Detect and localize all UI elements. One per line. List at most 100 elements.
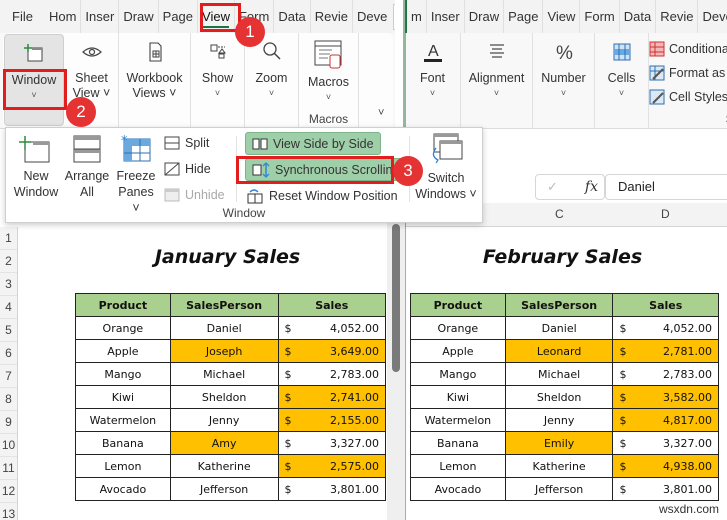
salesperson-cell[interactable]: Emily xyxy=(504,431,614,455)
sales-cell[interactable]: $4,817.00 xyxy=(612,408,719,432)
sales-cell[interactable]: $2,783.00 xyxy=(277,362,386,386)
view-side-by-side-toggle[interactable]: View Side by Side xyxy=(245,132,381,155)
salesperson-cell[interactable]: Sheldon xyxy=(504,385,614,409)
row-number[interactable]: 4 xyxy=(0,296,17,319)
new-window-button[interactable]: New Window xyxy=(12,134,60,200)
tab-insert[interactable]: Inser xyxy=(81,0,120,33)
tab-review[interactable]: Revie xyxy=(656,0,699,33)
sales-cell[interactable]: $3,327.00 xyxy=(612,431,719,455)
tab-page-layout[interactable]: Page xyxy=(159,0,199,33)
show-button[interactable]: Show ˅ xyxy=(191,33,245,129)
product-cell[interactable]: Orange xyxy=(75,316,171,340)
workbook-views-button[interactable]: Workbook Views ˅ xyxy=(119,33,191,129)
product-cell[interactable]: Apple xyxy=(75,339,171,363)
sales-cell[interactable]: $3,801.00 xyxy=(277,477,386,501)
row-number[interactable]: 11 xyxy=(0,457,17,480)
salesperson-cell[interactable]: Jefferson xyxy=(504,477,614,501)
salesperson-cell[interactable]: Katherine xyxy=(169,454,279,478)
tab-scroll-right-icon[interactable]: › xyxy=(393,3,395,30)
product-cell[interactable]: Banana xyxy=(410,431,506,455)
salesperson-cell[interactable]: Jefferson xyxy=(169,477,279,501)
row-number[interactable]: 9 xyxy=(0,411,17,434)
synchronous-scrolling-toggle[interactable]: Synchronous Scrolling xyxy=(245,158,407,181)
row-number[interactable]: 6 xyxy=(0,342,17,365)
hide-button[interactable]: Hide xyxy=(164,158,211,180)
tab-home[interactable]: Hom xyxy=(45,0,82,33)
sales-cell[interactable]: $4,052.00 xyxy=(612,316,719,340)
tab-review[interactable]: Revie xyxy=(311,0,354,33)
row-number[interactable]: 8 xyxy=(0,388,17,411)
arrange-all-button[interactable]: Arrange All xyxy=(64,134,110,200)
product-cell[interactable]: Lemon xyxy=(75,454,171,478)
sales-cell[interactable]: $2,783.00 xyxy=(612,362,719,386)
product-cell[interactable]: Watermelon xyxy=(410,408,506,432)
product-cell[interactable]: Mango xyxy=(410,362,506,386)
tab-data[interactable]: Data xyxy=(620,0,657,33)
salesperson-cell[interactable]: Michael xyxy=(504,362,614,386)
column-header[interactable]: SalesPerson xyxy=(504,293,614,317)
row-number[interactable]: 1 xyxy=(0,227,17,250)
column-header-c[interactable]: C xyxy=(555,207,564,221)
row-number[interactable]: 7 xyxy=(0,365,17,388)
tab-home-partial[interactable]: m xyxy=(405,0,427,33)
salesperson-cell[interactable]: Michael xyxy=(169,362,279,386)
switch-windows-button[interactable]: Switch Windows ˅ xyxy=(414,132,478,202)
column-header[interactable]: SalesPerson xyxy=(169,293,279,317)
tab-view[interactable]: View xyxy=(543,0,581,33)
split-button[interactable]: Split xyxy=(164,132,209,154)
sales-cell[interactable]: $2,781.00 xyxy=(612,339,719,363)
tab-developer[interactable]: Deve xyxy=(353,0,391,33)
salesperson-cell[interactable]: Amy xyxy=(169,431,279,455)
product-cell[interactable]: Orange xyxy=(410,316,506,340)
column-header[interactable]: Sales xyxy=(612,293,719,317)
product-cell[interactable]: Kiwi xyxy=(410,385,506,409)
row-number[interactable]: 2 xyxy=(0,250,17,273)
product-cell[interactable]: Apple xyxy=(410,339,506,363)
window-group-button[interactable]: Window ˅ xyxy=(4,34,64,126)
salesperson-cell[interactable]: Daniel xyxy=(169,316,279,340)
tab-formulas[interactable]: Form xyxy=(580,0,620,33)
number-group[interactable]: % Number ˅ xyxy=(533,33,595,129)
product-cell[interactable]: Banana xyxy=(75,431,171,455)
column-header-d[interactable]: D xyxy=(661,207,670,221)
freeze-panes-button[interactable]: * Freeze Panes ˅ xyxy=(114,134,158,216)
cell-styles-button[interactable]: Cell Styles ˅ xyxy=(649,85,727,109)
tab-view[interactable]: View xyxy=(198,0,235,33)
tab-draw[interactable]: Draw xyxy=(465,0,505,33)
product-cell[interactable]: Avocado xyxy=(75,477,171,501)
salesperson-cell[interactable]: Katherine xyxy=(504,454,614,478)
column-header[interactable]: Product xyxy=(410,293,506,317)
format-as-table-button[interactable]: Format as T xyxy=(649,61,727,85)
row-number[interactable]: 3 xyxy=(0,273,17,296)
salesperson-cell[interactable]: Jenny xyxy=(169,408,279,432)
row-number[interactable]: 10 xyxy=(0,434,17,457)
salesperson-cell[interactable]: Sheldon xyxy=(169,385,279,409)
sales-cell[interactable]: $2,155.00 xyxy=(277,408,386,432)
unhide-button[interactable]: Unhide xyxy=(164,184,225,206)
salesperson-cell[interactable]: Leonard xyxy=(504,339,614,363)
zoom-button[interactable]: Zoom ˅ xyxy=(245,33,299,129)
conditional-formatting-button[interactable]: Conditional xyxy=(649,37,727,61)
sales-cell[interactable]: $2,741.00 xyxy=(277,385,386,409)
product-cell[interactable]: Mango xyxy=(75,362,171,386)
salesperson-cell[interactable]: Daniel xyxy=(504,316,614,340)
tab-draw[interactable]: Draw xyxy=(119,0,159,33)
alignment-group[interactable]: Alignment ˅ xyxy=(461,33,533,129)
insert-function-button[interactable]: fx xyxy=(535,174,605,200)
product-cell[interactable]: Avocado xyxy=(410,477,506,501)
row-number[interactable]: 12 xyxy=(0,480,17,503)
sales-cell[interactable]: $3,582.00 xyxy=(612,385,719,409)
sales-cell[interactable]: $4,052.00 xyxy=(277,316,386,340)
tab-file[interactable]: File xyxy=(0,0,45,33)
salesperson-cell[interactable]: Jenny xyxy=(504,408,614,432)
tab-page-layout[interactable]: Page xyxy=(504,0,544,33)
sales-cell[interactable]: $2,575.00 xyxy=(277,454,386,478)
column-header[interactable]: Sales xyxy=(277,293,386,317)
macros-button[interactable]: Macros ˅ xyxy=(299,37,358,104)
vertical-scrollbar-thumb[interactable] xyxy=(392,224,400,372)
sales-cell[interactable]: $3,801.00 xyxy=(612,477,719,501)
formula-input[interactable]: Daniel xyxy=(605,174,727,200)
ribbon-collapse-icon[interactable]: ˅ xyxy=(378,107,384,119)
product-cell[interactable]: Lemon xyxy=(410,454,506,478)
sales-cell[interactable]: $3,327.00 xyxy=(277,431,386,455)
